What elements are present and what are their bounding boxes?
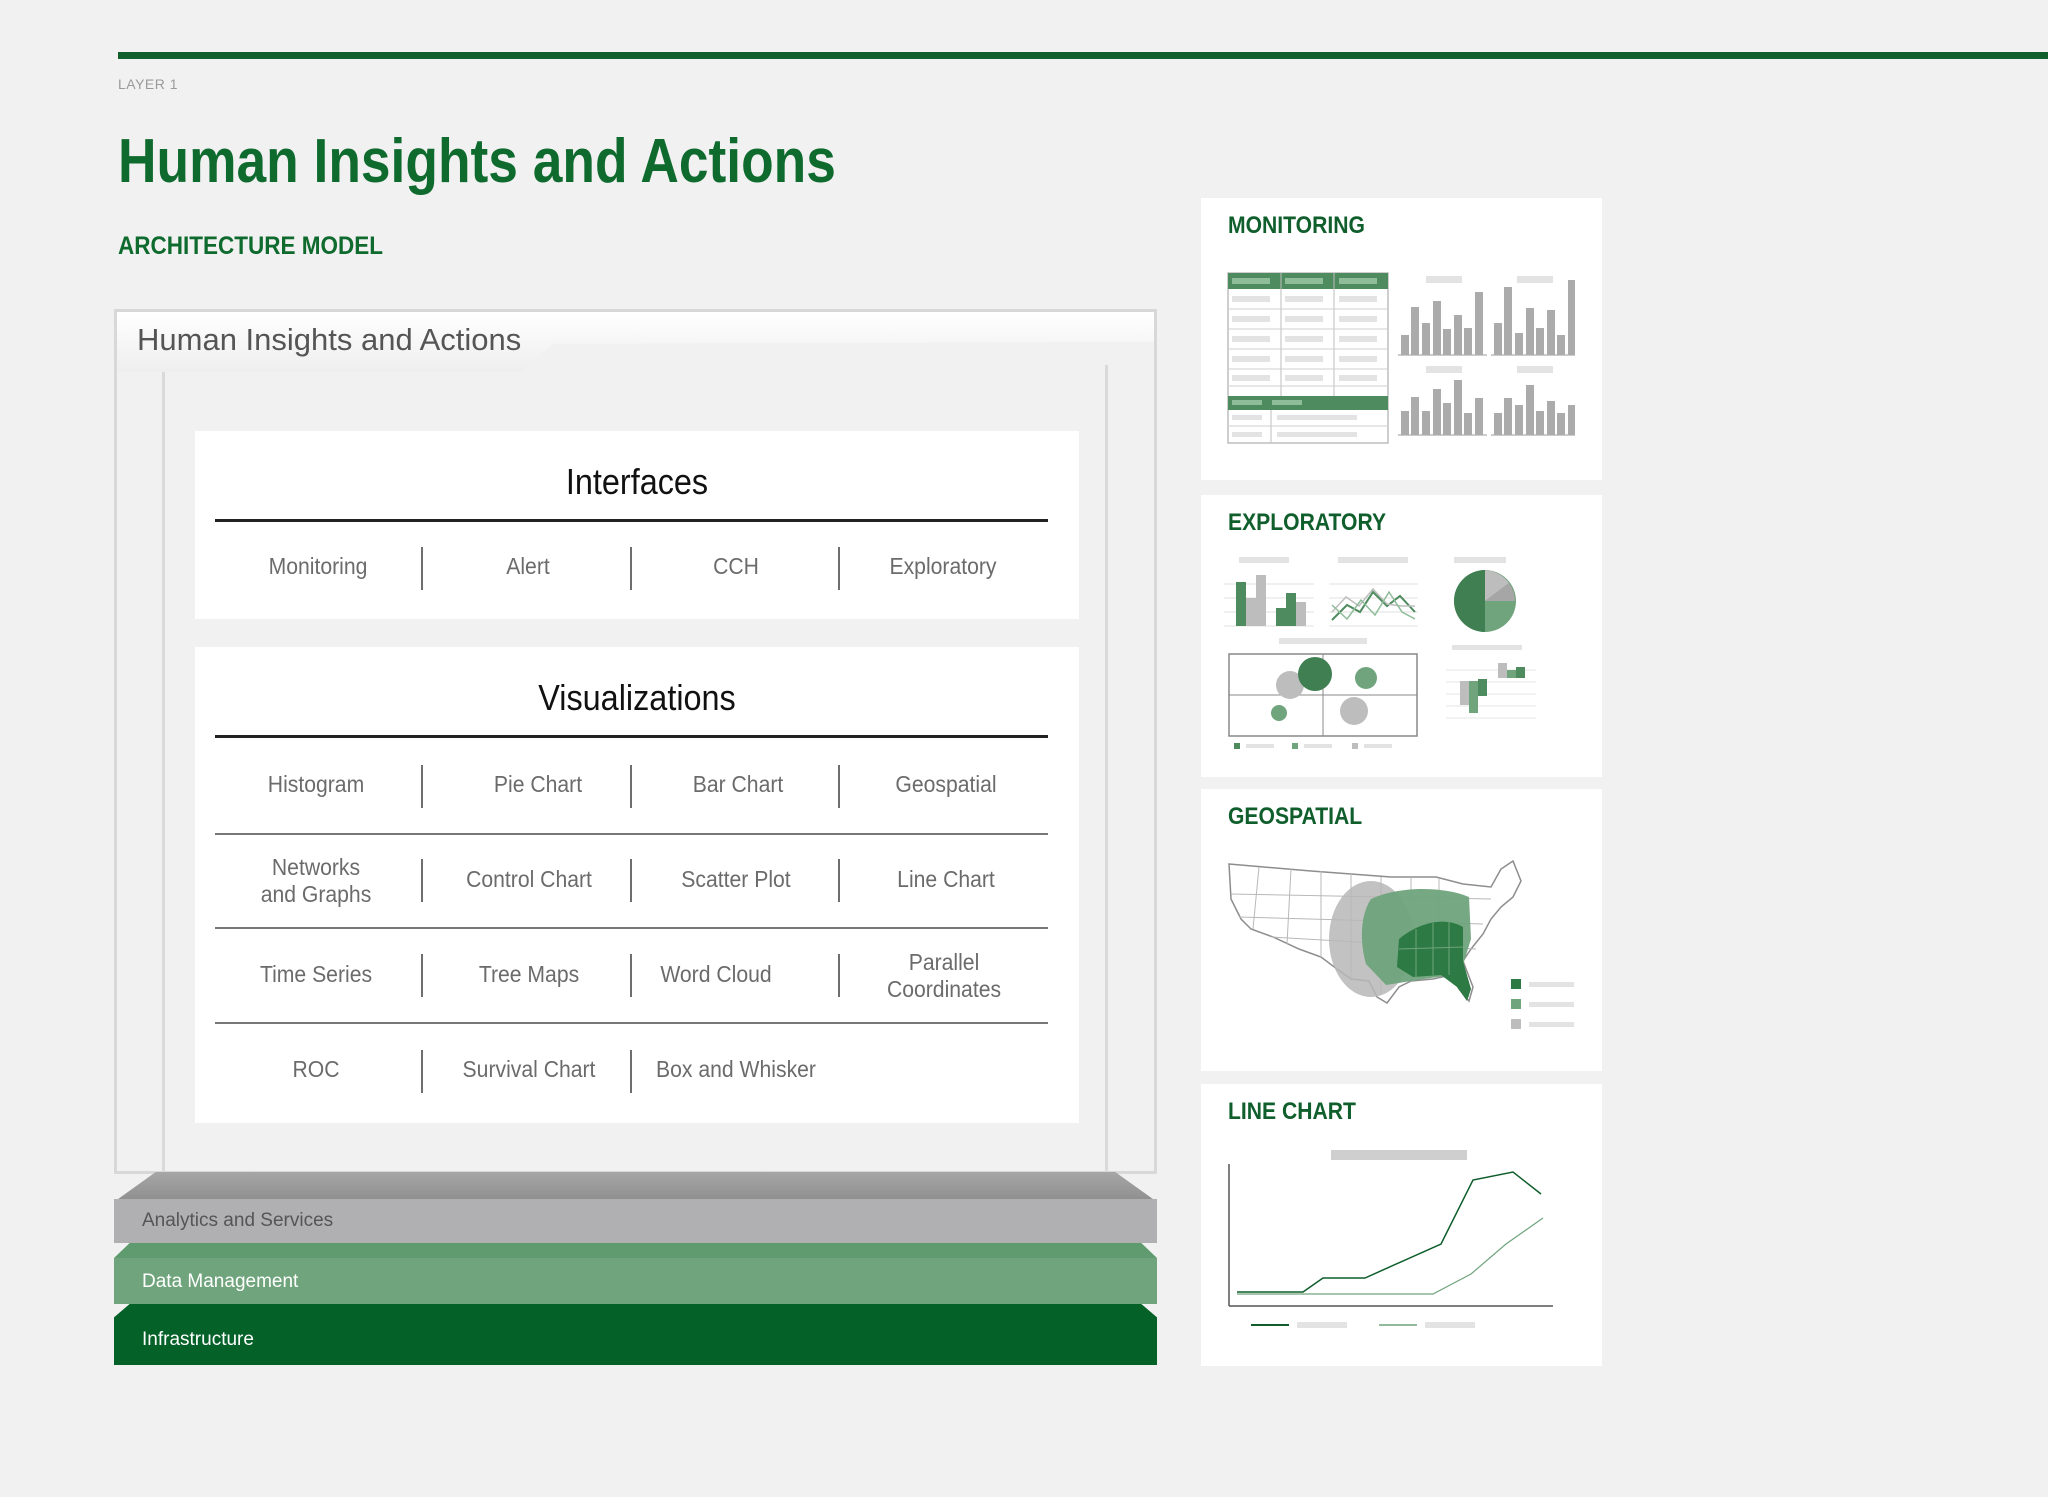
vis-histogram[interactable]: Histogram xyxy=(224,771,408,798)
geospatial-card[interactable]: GEOSPATIAL xyxy=(1201,789,1602,1071)
infrastructure-layer[interactable]: Infrastructure xyxy=(114,1304,1157,1365)
vis-geospatial[interactable]: Geospatial xyxy=(854,771,1038,798)
interface-exploratory[interactable]: Exploratory xyxy=(851,553,1035,580)
monitoring-thumbnail xyxy=(1227,272,1575,444)
vis-tree-maps[interactable]: Tree Maps xyxy=(437,961,621,988)
layer-label: LAYER 1 xyxy=(118,76,179,92)
exploratory-thumbnail xyxy=(1224,557,1536,749)
geospatial-card-title: GEOSPATIAL xyxy=(1228,803,1363,830)
page-subtitle: ARCHITECTURE MODEL xyxy=(118,232,383,260)
interface-alert[interactable]: Alert xyxy=(436,553,620,580)
visualizations-rule xyxy=(215,735,1048,738)
vis-divider xyxy=(421,859,423,902)
data-management-layer[interactable]: Data Management xyxy=(114,1258,1157,1304)
top-rule xyxy=(118,52,2048,59)
vis-divider xyxy=(838,954,840,997)
vis-divider xyxy=(421,765,423,808)
vis-divider xyxy=(630,1050,632,1093)
vis-divider xyxy=(421,954,423,997)
vis-divider xyxy=(838,859,840,902)
vis-roc[interactable]: ROC xyxy=(224,1056,408,1083)
line-chart-card[interactable]: LINE CHART xyxy=(1201,1084,1602,1366)
page-title: Human Insights and Actions xyxy=(118,127,836,196)
data-layer-top xyxy=(114,1243,1157,1258)
monitoring-card[interactable]: MONITORING xyxy=(1201,198,1602,480)
geospatial-thumbnail xyxy=(1228,859,1574,1029)
vis-scatter-plot[interactable]: Scatter Plot xyxy=(644,866,828,893)
vis-row-rule xyxy=(215,833,1048,835)
visualizations-panel: Visualizations Histogram Pie Chart Bar C… xyxy=(195,647,1079,1123)
analytics-layer-label: Analytics and Services xyxy=(142,1210,334,1231)
interfaces-rule xyxy=(215,519,1048,522)
vis-word-cloud[interactable]: Word Cloud xyxy=(624,961,808,988)
vis-divider xyxy=(421,1050,423,1093)
vis-parallel-coordinates[interactable]: Parallel Coordinates xyxy=(852,949,1036,1003)
exploratory-card-title: EXPLORATORY xyxy=(1228,509,1387,536)
line-chart-thumbnail xyxy=(1228,1150,1553,1328)
analytics-layer-top xyxy=(114,1172,1157,1202)
vis-pie-chart[interactable]: Pie Chart xyxy=(446,771,630,798)
vis-control-chart[interactable]: Control Chart xyxy=(437,866,621,893)
interfaces-divider xyxy=(630,547,632,590)
vis-time-series[interactable]: Time Series xyxy=(224,961,408,988)
interfaces-divider xyxy=(421,547,423,590)
architecture-tab-label: Human Insights and Actions xyxy=(137,322,522,357)
vis-survival-chart[interactable]: Survival Chart xyxy=(437,1056,621,1083)
data-layer-label: Data Management xyxy=(142,1271,299,1292)
vis-divider xyxy=(838,765,840,808)
vis-box-and-whisker[interactable]: Box and Whisker xyxy=(644,1056,828,1083)
vis-line-chart[interactable]: Line Chart xyxy=(854,866,1038,893)
interfaces-divider xyxy=(838,547,840,590)
visualizations-title: Visualizations xyxy=(538,677,736,718)
vis-networks-and-graphs[interactable]: Networks and Graphs xyxy=(224,854,408,908)
interfaces-title: Interfaces xyxy=(565,461,709,502)
interfaces-panel: Interfaces Monitoring Alert CCH Explorat… xyxy=(195,431,1079,619)
interface-cch[interactable]: CCH xyxy=(644,553,828,580)
infrastructure-layer-label: Infrastructure xyxy=(142,1329,254,1350)
vis-bar-chart[interactable]: Bar Chart xyxy=(646,771,830,798)
exploratory-card[interactable]: EXPLORATORY xyxy=(1201,495,1602,777)
vis-row-rule xyxy=(215,927,1048,929)
interface-monitoring[interactable]: Monitoring xyxy=(226,553,410,580)
analytics-layer[interactable]: Analytics and Services xyxy=(114,1199,1157,1243)
vis-divider xyxy=(630,859,632,902)
line-chart-card-title: LINE CHART xyxy=(1228,1098,1356,1125)
monitoring-card-title: MONITORING xyxy=(1228,212,1365,239)
vis-row-rule xyxy=(215,1022,1048,1024)
vis-divider xyxy=(630,765,632,808)
